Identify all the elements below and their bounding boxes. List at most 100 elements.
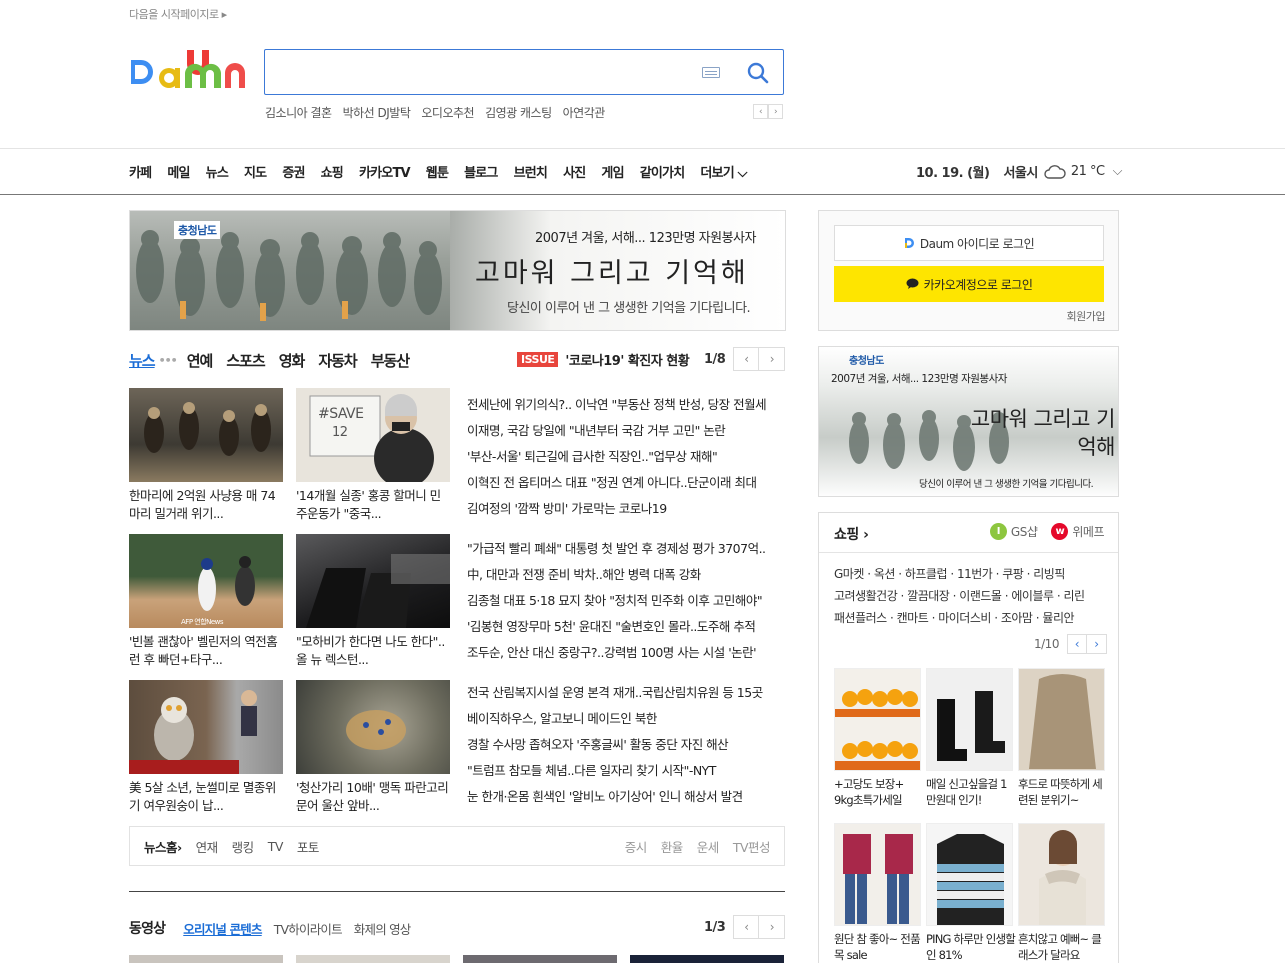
nav-mail[interactable]: 메일 <box>167 162 190 181</box>
headline[interactable]: 조두순, 안산 대신 중랑구?..강력범 100명 사는 시설 '논란' <box>467 642 785 661</box>
news-thumb[interactable] <box>129 680 283 774</box>
headline[interactable]: 전세난에 위기의식?.. 이낙연 "부동산 정책 반성, 당장 전월세 <box>467 394 785 413</box>
tab-sports[interactable]: 스포츠 <box>226 350 265 371</box>
headline[interactable]: "트럼프 참모들 체념..다른 일자리 찾기 시작"-NYT <box>467 760 785 779</box>
product-thumb[interactable] <box>926 668 1013 771</box>
tab-car[interactable]: 자동차 <box>318 350 357 371</box>
nav-photo[interactable]: 사진 <box>563 162 586 181</box>
daum-logo[interactable] <box>129 48 247 96</box>
next-button[interactable]: › <box>759 347 786 371</box>
nav-news[interactable]: 뉴스 <box>206 162 229 181</box>
hot-keyword[interactable]: 박하선 DJ발탁 <box>343 104 411 121</box>
news-footer-link[interactable]: 운세 <box>697 837 720 856</box>
news-caption[interactable]: '청산가리 10배' 맹독 파란고리문어 울산 앞바... <box>296 779 450 815</box>
hot-keyword[interactable]: 오디오추천 <box>421 104 474 121</box>
product-caption[interactable]: 흔치않고 예뻐~ 클래스가 달라요 <box>1018 931 1108 963</box>
keyboard-icon[interactable] <box>702 67 720 78</box>
news-footer-link[interactable]: TV편성 <box>733 837 771 856</box>
kakao-login-button[interactable]: 카카오계정으로 로그인 <box>834 266 1104 302</box>
prev-button[interactable]: ‹ <box>733 347 760 371</box>
shop-links-row[interactable]: 패션플러스 · 캔마트 · 마이더스비 · 조아맘 · 뮬리안 <box>834 609 1075 626</box>
prev-button[interactable]: ‹ <box>733 915 760 939</box>
tab-original[interactable]: 오리지널 콘텐츠 <box>183 919 262 938</box>
headline[interactable]: 中, 대만과 전쟁 준비 박차..해안 병력 대폭 강화 <box>467 564 785 583</box>
product-caption[interactable]: 후드로 따뜻하게 세련된 분위기~ <box>1018 776 1108 808</box>
next-button[interactable]: › <box>1086 634 1107 654</box>
search-input[interactable] <box>273 58 693 86</box>
ad-banner[interactable]: 충청남도 2007년 겨울, 서해... 123만명 자원봉사자 고마워 그리고… <box>129 210 786 331</box>
headline[interactable]: '김봉현 영장무마 5천' 윤대진 "술변호인 몰라..도주해 추적 <box>467 616 785 635</box>
partner-gs[interactable]: GS샵 <box>1011 523 1038 540</box>
news-caption[interactable]: '14개월 실종' 홍콩 할머니 민주운동가 "중국... <box>296 487 450 523</box>
headline[interactable]: "가급적 빨리 폐쇄" 대통령 첫 발언 후 경제성 평가 3707억.. <box>467 538 785 557</box>
partner-wemakeprice[interactable]: 위메프 <box>1072 523 1104 540</box>
headline[interactable]: 이재명, 국감 당일에 "내년부터 국감 거부 고민" 논란 <box>467 420 785 439</box>
nav-kakaotv[interactable]: 카카오TV <box>359 162 411 181</box>
next-button[interactable]: › <box>759 915 786 939</box>
shop-links-row[interactable]: 고려생활건강 · 깔끔대장 · 이랜드몰 · 에이블루 · 리린 <box>834 587 1085 604</box>
product-thumb[interactable] <box>834 668 921 771</box>
news-thumb[interactable]: #SAVE 12 <box>296 388 450 482</box>
issue-link[interactable]: ISSUE '코로나19' 확진자 현황 <box>517 350 690 369</box>
news-caption[interactable]: 美 5살 소년, 눈썰미로 멸종위기 여우원숭이 납... <box>129 779 283 815</box>
start-page-link[interactable]: 다음을 시작페이지로 ▸ <box>129 6 227 22</box>
headline[interactable]: 눈 한개·온몸 흰색인 '알비노 아기상어' 인니 해상서 발견 <box>467 786 785 805</box>
next-button[interactable]: › <box>768 104 783 119</box>
ad-banner[interactable]: 충청남도 2007년 겨울, 서해... 123만명 자원봉사자 고마워 그리고… <box>818 346 1119 497</box>
news-thumb[interactable]: AFP 연합News <box>129 534 283 628</box>
nav-together[interactable]: 같이가치 <box>640 162 685 181</box>
signup-link[interactable]: 회원가입 <box>1067 308 1106 324</box>
news-home-link[interactable]: 뉴스홈› <box>144 837 182 856</box>
headline[interactable]: 경찰 수사망 좁혀오자 '주홍글씨' 활동 중단 자진 해산 <box>467 734 785 753</box>
news-footer-link[interactable]: 포토 <box>297 837 320 856</box>
tab-trending-video[interactable]: 화제의 영상 <box>354 919 411 938</box>
headline[interactable]: 전국 산림복지시설 운영 본격 재개..국립산림치유원 등 15곳 <box>467 682 785 701</box>
prev-button[interactable]: ‹ <box>1066 634 1087 654</box>
news-caption[interactable]: '빈볼 괜찮아' 벨린저의 역전홈런 후 빠던+타구... <box>129 633 283 669</box>
nav-shopping[interactable]: 쇼핑 <box>321 162 344 181</box>
news-footer-link[interactable]: 환율 <box>661 837 684 856</box>
shop-links-row[interactable]: G마켓 · 옥션 · 하프클럽 · 11번가 · 쿠팡 · 리빙픽 <box>834 565 1065 582</box>
headline[interactable]: 이혁진 전 옵티머스 대표 "정권 연계 아니다..단군이래 최대 <box>467 472 785 491</box>
hot-keyword[interactable]: 아연각관 <box>563 104 606 121</box>
headline[interactable]: 김여정의 '깜짝 방미' 가로막는 코로나19 <box>467 498 785 517</box>
video-thumb[interactable] <box>630 955 784 963</box>
headline[interactable]: '부산-서울' 퇴근길에 급사한 직장인.."업무상 재해" <box>467 446 785 465</box>
nav-stock[interactable]: 증권 <box>282 162 305 181</box>
news-footer-link[interactable]: 연재 <box>196 837 219 856</box>
video-thumb[interactable] <box>463 955 617 963</box>
news-footer-link[interactable]: 증시 <box>625 837 648 856</box>
news-caption[interactable]: 한마리에 2억원 사냥용 매 74마리 밀거래 위기... <box>129 487 283 523</box>
video-thumb[interactable] <box>296 955 450 963</box>
news-footer-link[interactable]: TV <box>268 839 284 854</box>
news-caption[interactable]: "모하비가 한다면 나도 한다"..올 뉴 렉스턴... <box>296 633 450 669</box>
hot-keyword[interactable]: 김소니아 결혼 <box>265 104 332 121</box>
product-thumb[interactable] <box>1018 668 1105 771</box>
nav-webtoon[interactable]: 웹툰 <box>426 162 449 181</box>
headline[interactable]: 김종철 대표 5·18 묘지 찾아 "정치적 민주화 이후 고민해야" <box>467 590 785 609</box>
news-thumb[interactable] <box>296 534 450 628</box>
product-caption[interactable]: 매일 신고싶을걸 1만원대 인기! <box>926 776 1016 808</box>
headline[interactable]: 베이직하우스, 알고보니 메이드인 북한 <box>467 708 785 727</box>
nav-map[interactable]: 지도 <box>244 162 267 181</box>
product-thumb[interactable] <box>834 823 921 926</box>
chevron-down-icon[interactable]: ⌵ <box>1113 164 1123 179</box>
product-thumb[interactable] <box>1018 823 1105 926</box>
hot-keyword[interactable]: 김영광 캐스팅 <box>485 104 552 121</box>
nav-cafe[interactable]: 카페 <box>129 162 152 181</box>
tab-realestate[interactable]: 부동산 <box>371 350 410 371</box>
tab-news[interactable]: 뉴스 <box>129 350 156 371</box>
shopping-title[interactable]: 쇼핑 › <box>834 524 869 544</box>
daum-login-button[interactable]: Daum 아이디로 로그인 <box>834 225 1104 261</box>
news-thumb[interactable] <box>129 388 283 482</box>
product-caption[interactable]: PING 하루만 인생할인 81% <box>926 931 1016 963</box>
news-thumb[interactable] <box>296 680 450 774</box>
nav-brunch[interactable]: 브런치 <box>514 162 548 181</box>
product-caption[interactable]: +고당도 보장+ 9kg초특가세일 <box>834 776 924 808</box>
nav-more[interactable]: 더보기 ⌵ <box>700 162 747 181</box>
nav-blog[interactable]: 블로그 <box>464 162 498 181</box>
search-icon[interactable] <box>745 60 771 86</box>
tab-entertainment[interactable]: 연예 <box>187 350 214 371</box>
news-footer-link[interactable]: 랭킹 <box>232 837 255 856</box>
weather-widget[interactable]: 10. 19. (월) 서울시 21 °C ⌵ <box>916 162 1123 181</box>
